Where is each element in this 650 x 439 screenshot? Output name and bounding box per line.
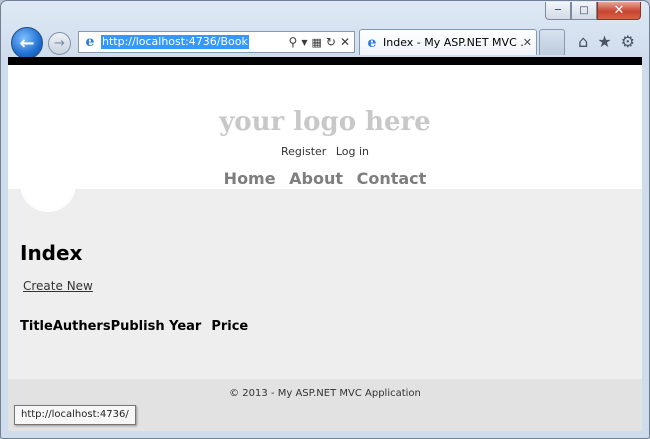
new-tab-button[interactable] [539, 29, 565, 55]
close-window-button[interactable]: ✕ [597, 2, 641, 20]
column-header-price: Price [211, 319, 249, 334]
column-header-authers: Authers [52, 319, 111, 334]
footer-copyright: © 2013 - My ASP.NET MVC Application [229, 388, 421, 399]
address-url[interactable]: http://localhost:4736/Book [101, 35, 249, 49]
minimize-button[interactable]: ─ [545, 2, 571, 20]
forward-button[interactable]: → [48, 32, 71, 55]
refresh-icon[interactable]: ↻ [326, 35, 336, 49]
site-header: your logo here Register Log in Home Abou… [8, 65, 642, 189]
search-icon[interactable]: ⚲ [289, 35, 298, 49]
address-bar[interactable]: e http://localhost:4736/Book ⚲ ▼ ▦ ↻ ✕ [78, 31, 355, 53]
minimize-icon: ─ [554, 5, 562, 16]
stop-icon[interactable]: ✕ [340, 35, 350, 49]
main-menu: Home About Contact [8, 169, 642, 188]
site-logo[interactable]: your logo here [8, 107, 642, 137]
menu-item-about[interactable]: About [289, 169, 343, 188]
browser-toolbar-right: ⌂ ★ ⚙ [578, 32, 635, 51]
browser-window: ─ □ ✕ ← → e http://localhost:4736/Book ⚲… [0, 0, 650, 439]
book-table-header: Title Authers Publish Year Price [20, 319, 248, 334]
address-tools: ⚲ ▼ ▦ ↻ ✕ [289, 35, 354, 49]
top-strip [8, 57, 642, 65]
gear-icon[interactable]: ⚙ [621, 32, 635, 51]
status-bar-url: http://localhost:4736/ [14, 405, 136, 425]
search-dropdown-icon[interactable]: ▼ [301, 38, 307, 47]
page-viewport: your logo here Register Log in Home Abou… [8, 57, 642, 431]
column-header-publish-year: Publish Year [110, 319, 202, 334]
maximize-icon: □ [579, 5, 589, 16]
page-title: Index [20, 241, 83, 265]
register-link[interactable]: Register [281, 145, 326, 158]
home-icon[interactable]: ⌂ [578, 32, 588, 51]
back-button[interactable]: ← [11, 27, 43, 59]
login-link[interactable]: Log in [336, 145, 369, 158]
tab-title: Index - My ASP.NET MVC ... [383, 36, 523, 49]
compatibility-view-icon[interactable]: ▦ [311, 36, 321, 49]
close-icon: ✕ [613, 3, 625, 18]
star-icon[interactable]: ★ [597, 32, 611, 51]
header-decoration [20, 167, 76, 212]
main-content: Index Create New Title Authers Publish Y… [20, 241, 630, 334]
navigation-bar: ← → e http://localhost:4736/Book ⚲ ▼ ▦ ↻… [1, 25, 649, 59]
menu-item-contact[interactable]: Contact [357, 169, 427, 188]
maximize-button[interactable]: □ [571, 2, 597, 20]
forward-arrow-icon: → [54, 36, 65, 51]
tab-close-icon[interactable]: ✕ [523, 36, 532, 49]
menu-item-home[interactable]: Home [224, 169, 276, 188]
tab-ie-icon: e [367, 34, 377, 51]
create-new-link[interactable]: Create New [23, 279, 93, 293]
browser-tab[interactable]: e Index - My ASP.NET MVC ... ✕ [359, 29, 537, 55]
login-links: Register Log in [8, 145, 642, 158]
window-caption-buttons: ─ □ ✕ [545, 2, 641, 22]
back-arrow-icon: ← [19, 32, 35, 54]
ie-page-icon: e [85, 34, 95, 50]
column-header-title: Title [20, 319, 53, 334]
